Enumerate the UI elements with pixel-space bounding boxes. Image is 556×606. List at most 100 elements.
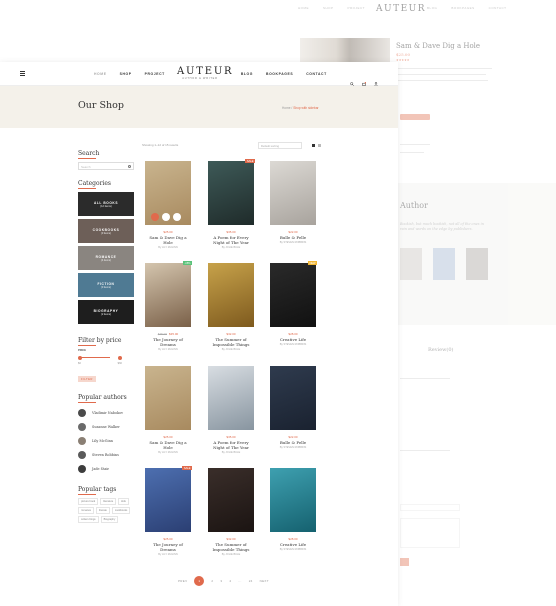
price-slider-min-handle[interactable]	[78, 355, 82, 360]
nav-bookpages[interactable]: BOOKPAGES	[266, 72, 293, 76]
product-title[interactable]: The Summer of Impossible Things	[208, 542, 254, 552]
product-title[interactable]: Creative Life	[270, 337, 316, 342]
product-cover-image[interactable]	[208, 263, 254, 327]
grid-view-icon[interactable]	[312, 143, 315, 147]
nav-home[interactable]: HOME	[94, 72, 107, 76]
tag-link[interactable]: writers blogs	[78, 516, 99, 523]
sort-select[interactable]: Default sorting	[258, 142, 302, 149]
product-card[interactable]: $25.00 Sam & Dave Dig a Hole By LILY McGIN…	[145, 161, 191, 249]
product-cover-image[interactable]	[208, 366, 254, 430]
logo-text: AUTEUR	[177, 66, 234, 77]
product-cover-image[interactable]: SALE	[145, 466, 192, 532]
tag-link[interactable]: literature	[100, 498, 117, 505]
nav-project[interactable]: PROJECT	[145, 72, 165, 76]
categories-widget-title: Categories	[78, 180, 111, 189]
product-title[interactable]: A Poem for Every Night of The Year	[208, 235, 254, 245]
tag-link[interactable]: kids	[118, 498, 129, 505]
page-link[interactable]: 4	[229, 579, 231, 583]
product-card[interactable]: SALE $35.00 A Poem for Every Night of The …	[208, 159, 255, 249]
cart-icon[interactable]	[362, 71, 367, 86]
tag-link[interactable]: Biography	[100, 516, 119, 523]
bg-reviews-tab: Review(0)	[428, 347, 454, 353]
product-card[interactable]: $32.00 The Summer of Impossible Things By …	[208, 263, 254, 351]
breadcrumb-home[interactable]: Home	[282, 106, 291, 110]
author-item[interactable]: Vladimir Nabokov	[78, 406, 134, 420]
add-to-cart-icon[interactable]	[151, 213, 159, 221]
product-card[interactable]: $35.00 A Poem for Every Night of The Year…	[208, 366, 254, 454]
avatar	[78, 465, 86, 473]
bg-divider	[400, 378, 450, 379]
author-item[interactable]: Suzanne Walker	[78, 420, 134, 434]
product-card[interactable]: SALE $25.00 The Journey of Dreams By LILY M…	[145, 466, 192, 556]
page-link[interactable]: 24	[249, 579, 253, 583]
site-logo[interactable]: AUTEUR AUTHOR & WRITER	[177, 66, 234, 80]
bg-book	[400, 248, 422, 280]
tag-link[interactable]: picture book	[78, 498, 99, 505]
category-card[interactable]: BIOGRAPHY (2 items)	[78, 300, 134, 324]
product-title[interactable]: The Summer of Impossible Things	[208, 337, 254, 347]
tag-link[interactable]: romance	[78, 507, 95, 514]
page-link[interactable]: 3	[220, 579, 222, 583]
search-icon[interactable]	[128, 164, 131, 168]
product-badge: -15%	[182, 261, 192, 265]
filter-button[interactable]: FILTER	[78, 376, 96, 382]
product-card[interactable]: NEW $28.00 Creative Life By STEVEN ROBBINS	[270, 261, 317, 346]
price-slider-max-handle[interactable]	[118, 355, 122, 360]
list-view-icon[interactable]	[318, 143, 321, 147]
product-cover-image[interactable]	[208, 468, 254, 532]
bg-nav-item: CONTACT	[488, 6, 507, 10]
quick-view-icon[interactable]	[162, 213, 170, 221]
product-card[interactable]: $28.00 Creative Life By STEVEN ROBBINS	[270, 468, 316, 551]
bg-logo: AUTEUR	[376, 4, 427, 14]
price-label: PRICE	[78, 349, 86, 352]
product-card[interactable]: $32.00 The Summer of Impossible Things By …	[208, 468, 254, 556]
product-cover-image[interactable]	[270, 468, 316, 532]
author-item[interactable]: Steven Robbins	[78, 448, 134, 462]
category-card[interactable]: COOKBOOKS (3 items)	[78, 219, 134, 243]
product-cover-image[interactable]: -15%	[145, 261, 192, 327]
product-cover-image[interactable]	[145, 161, 191, 225]
product-card[interactable]: -15% $45.00 $35.00 The Journey of Dreams By …	[145, 261, 192, 351]
nav-blog[interactable]: BLOG	[241, 72, 253, 76]
search-input[interactable]: Search	[78, 162, 134, 170]
bg-divider	[400, 152, 424, 153]
product-title[interactable]: Creative Life	[270, 542, 316, 547]
product-title[interactable]: A Poem for Every Night of The Year	[208, 440, 254, 450]
product-title[interactable]: Sam & Dave Dig a Hole	[145, 440, 191, 450]
tag-link[interactable]: cookbooks	[111, 507, 131, 514]
search-icon[interactable]	[350, 71, 354, 86]
product-title[interactable]: Bulle & Pelle	[270, 440, 316, 445]
nav-shop[interactable]: SHOP	[120, 72, 132, 76]
product-cover-image[interactable]: SALE	[208, 159, 255, 225]
price-slider[interactable]	[78, 354, 124, 362]
product-title[interactable]: The Journey of Dreams	[145, 542, 191, 552]
wishlist-icon[interactable]	[173, 213, 181, 221]
user-icon[interactable]	[374, 71, 378, 86]
author-item[interactable]: Jade Stair	[78, 462, 134, 476]
product-title[interactable]: The Journey of Dreams	[145, 337, 191, 347]
category-card[interactable]: FICTION (3 items)	[78, 273, 134, 297]
product-price: $25.00	[145, 435, 191, 439]
tag-link[interactable]: literate	[96, 507, 110, 514]
product-card[interactable]: $22.00 Bulle & Pelle By STEVEN ROBBINS	[270, 161, 316, 244]
product-title[interactable]: Sam & Dave Dig a Hole	[145, 235, 191, 245]
category-card[interactable]: ALL BOOKS (12 items)	[78, 192, 134, 216]
hamburger-icon[interactable]	[20, 71, 25, 76]
page-current[interactable]: 1	[194, 576, 205, 586]
product-card[interactable]: $25.00 Sam & Dave Dig a Hole By LILY McGIN…	[145, 366, 191, 454]
page-next[interactable]: NEXT	[260, 579, 269, 583]
bg-price: $25.00	[396, 52, 410, 57]
category-card[interactable]: ROMANCE (4 items)	[78, 246, 134, 270]
nav-contact[interactable]: CONTACT	[306, 72, 327, 76]
product-card[interactable]: $22.00 Bulle & Pelle By STEVEN ROBBINS	[270, 366, 316, 449]
page-prev[interactable]: PREV	[178, 579, 187, 583]
product-title[interactable]: Bulle & Pelle	[270, 235, 316, 240]
author-item[interactable]: Lily McGinn	[78, 434, 134, 448]
product-cover-image[interactable]	[145, 366, 191, 430]
page-link[interactable]: 2	[211, 579, 213, 583]
product-author: By LILY McGINN	[158, 348, 178, 351]
product-cover-image[interactable]	[270, 366, 316, 430]
product-cover-image[interactable]	[270, 161, 316, 225]
category-count: (2 items)	[100, 312, 112, 316]
product-cover-image[interactable]: NEW	[270, 261, 317, 327]
